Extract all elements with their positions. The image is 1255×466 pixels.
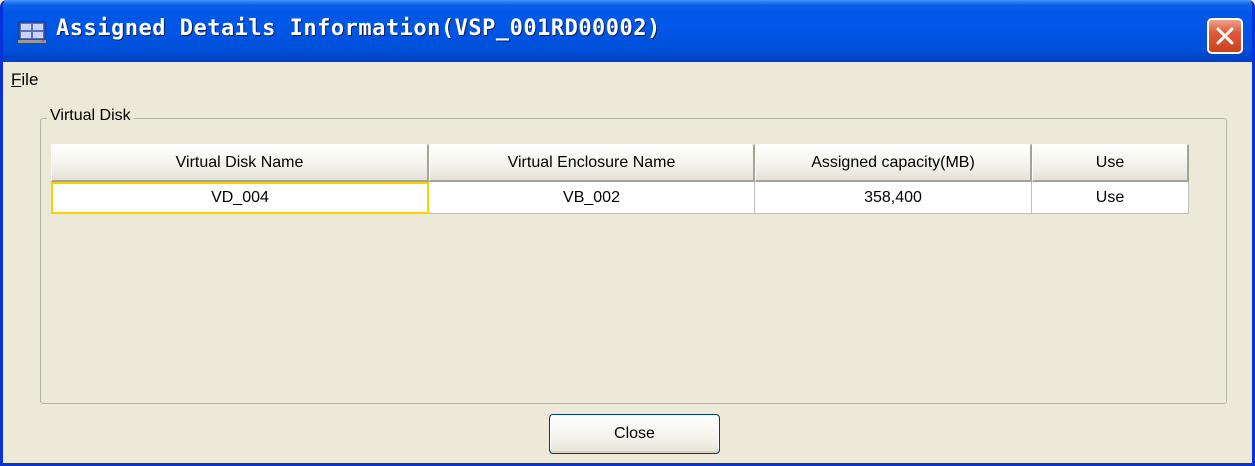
- column-header-virtual-enclosure-name[interactable]: Virtual Enclosure Name: [429, 144, 755, 182]
- menu-file-label: ile: [21, 70, 39, 89]
- close-button[interactable]: Close: [549, 414, 720, 454]
- window-close-button[interactable]: [1207, 18, 1243, 54]
- column-header-use[interactable]: Use: [1032, 144, 1189, 182]
- disk-array-icon: [18, 20, 48, 44]
- menu-bar: File: [3, 62, 1252, 96]
- cell-assigned-capacity[interactable]: 358,400: [755, 182, 1032, 214]
- window-title: Assigned Details Information(VSP_001RD00…: [56, 16, 661, 41]
- menu-file-mnemonic: F: [11, 70, 22, 89]
- cell-use[interactable]: Use: [1032, 182, 1189, 214]
- title-bar[interactable]: Assigned Details Information(VSP_001RD00…: [3, 0, 1252, 62]
- cell-virtual-disk-name[interactable]: VD_004: [51, 182, 429, 214]
- menu-file[interactable]: File: [11, 70, 38, 90]
- column-header-assigned-capacity[interactable]: Assigned capacity(MB): [755, 144, 1032, 182]
- close-x-icon: [1216, 27, 1234, 45]
- cell-virtual-enclosure-name[interactable]: VB_002: [429, 182, 755, 214]
- virtual-disk-group-legend: Virtual Disk: [47, 107, 134, 125]
- assigned-details-window: Assigned Details Information(VSP_001RD00…: [0, 0, 1255, 466]
- column-header-virtual-disk-name[interactable]: Virtual Disk Name: [51, 144, 429, 182]
